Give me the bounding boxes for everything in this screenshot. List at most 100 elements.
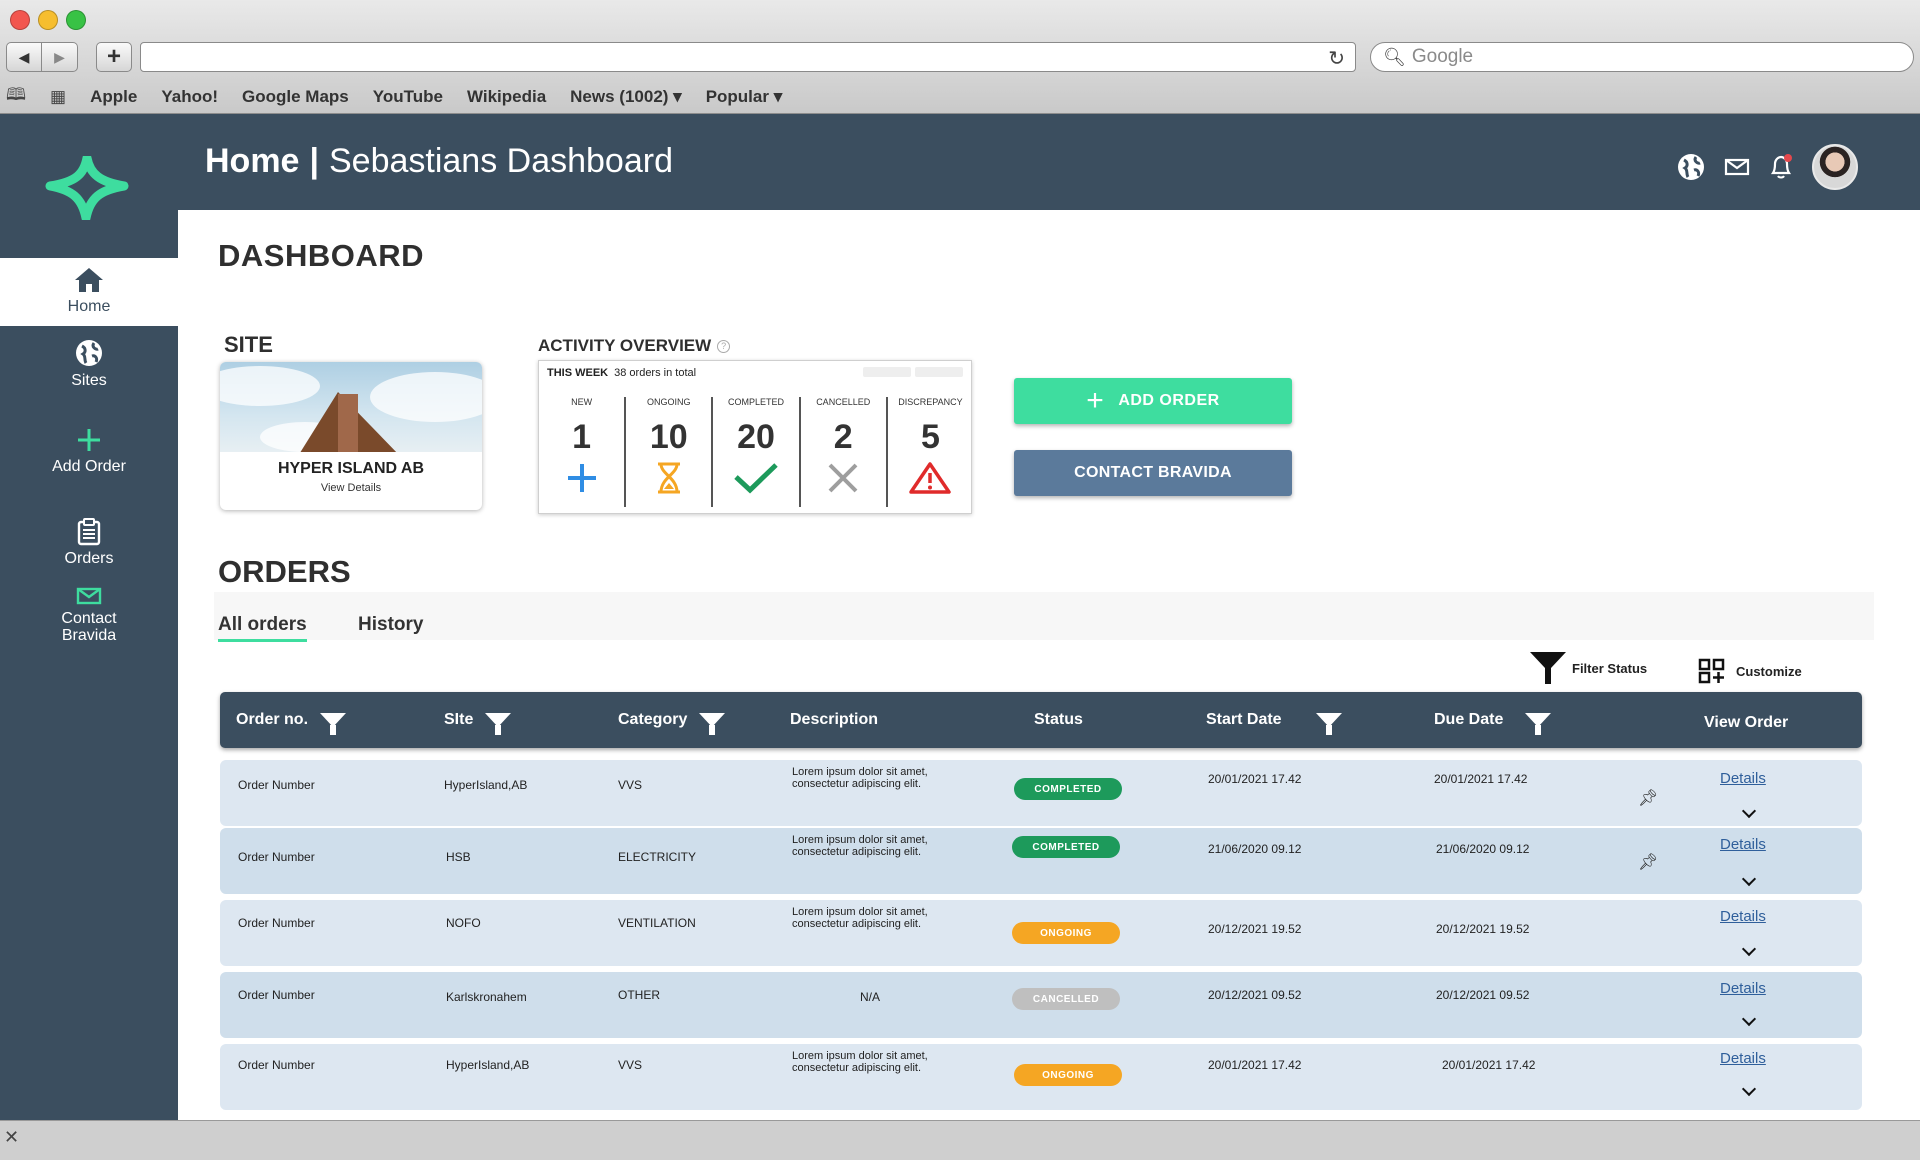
filter-icon[interactable]	[1315, 713, 1342, 735]
bookmark-news[interactable]: News (1002) ▾	[570, 87, 682, 107]
column-order-no[interactable]: Order no.	[236, 692, 347, 748]
chevron-down-icon[interactable]	[1741, 941, 1757, 957]
details-link[interactable]: Details	[1720, 836, 1766, 853]
table-row[interactable]: Order Number Karlskronahem OTHER N/A CAN…	[220, 972, 1862, 1038]
chevron-down-icon[interactable]	[1741, 871, 1757, 887]
order-site: NOFO	[446, 916, 481, 930]
chevron-down-icon[interactable]	[1741, 803, 1757, 819]
bookmark-wikipedia[interactable]: Wikipedia	[467, 87, 546, 107]
filter-status-button[interactable]: Filter Status	[1528, 650, 1647, 686]
table-row[interactable]: Order Number HyperIsland,AB VVS Lorem ip…	[220, 760, 1862, 826]
column-category[interactable]: Category	[618, 692, 726, 748]
order-description: Lorem ipsum dolor sit amet, consectetur …	[792, 766, 928, 790]
zoom-window-button[interactable]	[66, 10, 86, 30]
bookmark-google-maps[interactable]: Google Maps	[242, 87, 349, 107]
table-row[interactable]: Order Number NOFO VENTILATION Lorem ipsu…	[220, 900, 1862, 966]
add-order-button[interactable]: + ADD ORDER	[1014, 378, 1292, 424]
table-row[interactable]: Order Number HyperIsland,AB VVS Lorem ip…	[220, 1044, 1862, 1110]
contact-bravida-button[interactable]: CONTACT BRAVIDA	[1014, 450, 1292, 496]
bookmark-popular[interactable]: Popular ▾	[706, 87, 783, 107]
order-site: HyperIsland,AB	[444, 778, 528, 792]
sidebar-item-label: Sites	[71, 372, 107, 389]
back-button[interactable]: ◀	[6, 42, 42, 72]
order-category: VENTILATION	[618, 916, 696, 930]
details-link[interactable]: Details	[1720, 908, 1766, 925]
filter-icon[interactable]	[1525, 713, 1552, 735]
activity-value: 1	[572, 418, 592, 456]
activity-new[interactable]: NEW 1	[539, 397, 624, 507]
breadcrumb-home[interactable]: Home	[205, 142, 299, 181]
new-tab-button[interactable]: +	[96, 42, 132, 72]
status-badge: ONGOING	[1014, 1064, 1122, 1086]
column-due-date[interactable]: Due Date	[1434, 692, 1552, 748]
address-bar[interactable]: ↻	[140, 42, 1356, 72]
logo-icon	[45, 156, 129, 220]
customize-button[interactable]: Customize	[1698, 658, 1802, 684]
column-start-date[interactable]: Start Date	[1206, 692, 1342, 748]
filter-icon[interactable]	[485, 713, 512, 735]
chevron-down-icon[interactable]	[1741, 1011, 1757, 1027]
top-sites-grid-icon[interactable]: ▦	[50, 87, 66, 107]
view-details-link[interactable]: View Details	[220, 482, 482, 494]
site-name: HYPER ISLAND AB	[277, 460, 425, 477]
order-description: Lorem ipsum dolor sit amet, consectetur …	[792, 906, 928, 930]
check-icon	[732, 461, 780, 495]
search-field[interactable]: 🔍︎ Google	[1370, 42, 1914, 72]
minimize-window-button[interactable]	[38, 10, 58, 30]
order-number: Order Number	[238, 778, 315, 792]
globe-icon	[76, 340, 102, 366]
table-row[interactable]: Order Number HSB ELECTRICITY Lorem ipsum…	[220, 828, 1862, 894]
close-window-button[interactable]	[10, 10, 30, 30]
close-icon[interactable]: ✕	[4, 1127, 19, 1148]
breadcrumb-separator: |	[309, 142, 319, 180]
status-badge: COMPLETED	[1012, 836, 1120, 858]
browser-status-bar: ✕	[0, 1120, 1920, 1160]
activity-completed[interactable]: COMPLETED 20	[711, 397, 798, 507]
activity-range-selector[interactable]	[863, 367, 963, 377]
activity-ongoing[interactable]: ONGOING 10	[624, 397, 711, 507]
column-site[interactable]: SIte	[444, 692, 512, 748]
reload-icon[interactable]: ↻	[1328, 46, 1345, 71]
details-link[interactable]: Details	[1720, 1050, 1766, 1067]
filter-icon[interactable]	[699, 713, 726, 735]
globe-icon[interactable]	[1676, 152, 1706, 182]
sidebar-item-label: Add Order	[52, 458, 126, 475]
status-badge: COMPLETED	[1014, 778, 1122, 800]
order-start-date: 20/12/2021 09.52	[1208, 988, 1302, 1002]
order-due-date: 20/12/2021 19.52	[1436, 922, 1530, 936]
activity-cancelled[interactable]: CANCELLED 2	[798, 397, 886, 507]
filter-icon[interactable]	[320, 713, 347, 735]
bookmark-apple[interactable]: Apple	[90, 87, 137, 107]
sidebar-item-label: Orders	[64, 550, 114, 567]
pin-icon[interactable]: 📌︎	[1638, 852, 1658, 872]
bookmark-yahoo[interactable]: Yahoo!	[161, 87, 218, 107]
order-site: HSB	[446, 850, 471, 864]
details-link[interactable]: Details	[1720, 980, 1766, 997]
column-label: Category	[618, 711, 688, 728]
activity-label: CANCELLED	[816, 397, 871, 407]
activity-discrepancy[interactable]: DISCREPANCY 5	[885, 397, 973, 507]
chevron-down-icon[interactable]	[1741, 1081, 1757, 1097]
column-label: Order no.	[236, 711, 309, 728]
sidebar-item-sites[interactable]: Sites	[0, 338, 178, 398]
avatar[interactable]	[1812, 144, 1858, 190]
bookmark-youtube[interactable]: YouTube	[373, 87, 443, 107]
order-due-date: 20/12/2021 09.52	[1436, 988, 1530, 1002]
sidebar-item-contact-bravida[interactable]: Contact Bravida	[0, 586, 178, 656]
activity-label: NEW	[571, 397, 593, 407]
tab-all-orders[interactable]: All orders	[218, 614, 307, 642]
sidebar-item-home[interactable]: Home	[0, 258, 178, 326]
site-card[interactable]: HYPER ISLAND AB View Details	[220, 362, 482, 510]
sidebar-item-add-order[interactable]: Add Order	[0, 426, 178, 486]
bell-icon[interactable]	[1768, 153, 1794, 181]
activity-columns: NEW 1 ONGOING 10 COMPLETED 20 CANCELLED …	[539, 397, 973, 507]
order-due-date: 21/06/2020 09.12	[1436, 842, 1530, 856]
reading-list-icon[interactable]: 🕮︎	[6, 82, 26, 111]
details-link[interactable]: Details	[1720, 770, 1766, 787]
sidebar-item-orders[interactable]: Orders	[0, 518, 178, 578]
mail-icon[interactable]	[1724, 157, 1750, 177]
forward-button[interactable]: ▶	[42, 42, 78, 72]
pin-icon[interactable]: 📌︎	[1638, 788, 1658, 808]
info-icon[interactable]: ?	[717, 339, 731, 353]
tab-history[interactable]: History	[358, 614, 423, 636]
